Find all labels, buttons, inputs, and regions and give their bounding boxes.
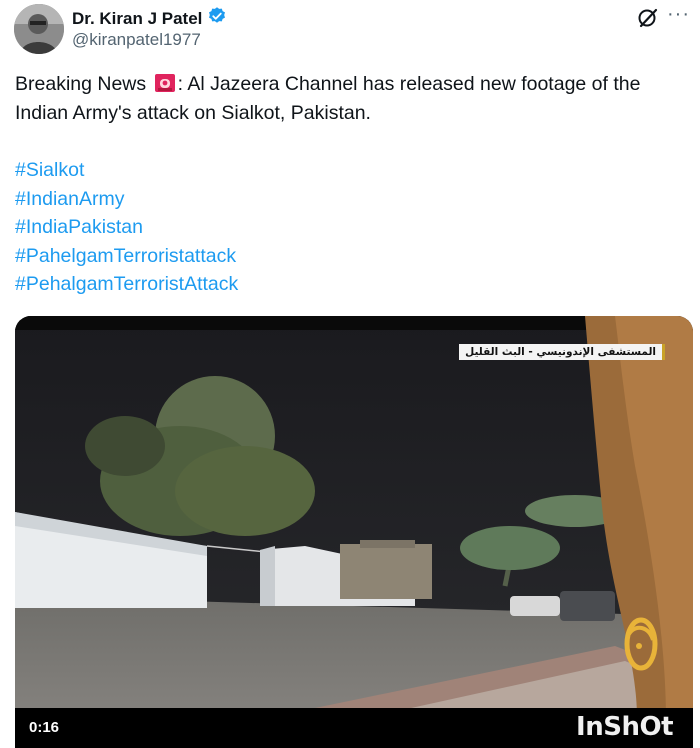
channel-caption: المستشفى الإندونيسي - البث القليل bbox=[459, 344, 665, 360]
tweet-text: Breaking News : Al Jazeera Channel has r… bbox=[15, 70, 687, 128]
tweet-text-lead: Breaking News bbox=[15, 73, 147, 95]
verified-badge-icon bbox=[207, 6, 227, 31]
author-handle[interactable]: @kiranpatel1977 bbox=[72, 30, 201, 50]
hashtag-link[interactable]: #IndiaPakistan bbox=[15, 213, 238, 242]
police-car-light-icon bbox=[154, 73, 176, 93]
more-options-button[interactable]: ··· bbox=[667, 2, 690, 26]
hashtag-link[interactable]: #Sialkot bbox=[15, 156, 238, 185]
hashtag-link[interactable]: #PahelgamTerroristattack bbox=[15, 242, 238, 271]
video-duration: 0:16 bbox=[29, 719, 60, 736]
avatar[interactable] bbox=[14, 4, 64, 54]
author-display-name[interactable]: Dr. Kiran J Patel bbox=[72, 9, 202, 29]
hashtag-link[interactable]: #PehalgamTerroristAttack bbox=[15, 270, 238, 299]
hashtag-link[interactable]: #IndianArmy bbox=[15, 185, 238, 214]
grok-icon[interactable] bbox=[636, 6, 660, 30]
inshot-watermark: InShOt bbox=[576, 712, 673, 742]
hashtag-list: #Sialkot #IndianArmy #IndiaPakistan #Pah… bbox=[15, 156, 238, 299]
video-frame bbox=[15, 316, 693, 748]
video-player[interactable]: المستشفى الإندونيسي - البث القليل 0:16 I… bbox=[15, 316, 693, 748]
